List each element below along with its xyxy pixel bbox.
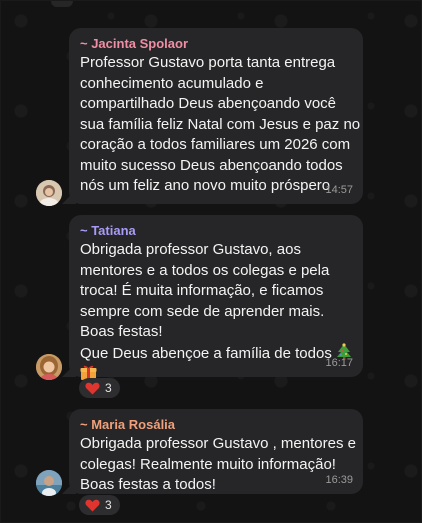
reaction-badge[interactable]: 3 xyxy=(79,378,120,398)
reaction-badge[interactable]: 3 xyxy=(79,495,120,515)
message-bubble[interactable]: ~ Jacinta Spolaor Professor Gustavo port… xyxy=(62,28,363,204)
sender-name[interactable]: ~ Maria Rosália xyxy=(80,417,175,432)
avatar[interactable] xyxy=(36,180,62,206)
message-bubble[interactable]: ~ Tatiana Obrigada professor Gustavo, ao… xyxy=(62,215,363,380)
reaction-count: 3 xyxy=(105,498,112,512)
message-bubble[interactable]: ~ Maria Rosália Obrigada professor Gusta… xyxy=(62,409,363,494)
avatar[interactable] xyxy=(36,470,62,496)
message-time: 14:57 xyxy=(325,184,353,196)
message-text: Obrigada professor Gustavo , mentores e … xyxy=(80,435,356,493)
reaction-count: 3 xyxy=(105,381,112,395)
heart-icon xyxy=(85,382,100,395)
message-time: 16:17 xyxy=(325,357,353,369)
heart-icon xyxy=(85,499,100,512)
sender-name[interactable]: ~ Jacinta Spolaor xyxy=(80,36,188,51)
chat-window: ~ Jacinta Spolaor Professor Gustavo port… xyxy=(0,0,422,523)
message-text: Professor Gustavo porta tanta entrega co… xyxy=(80,54,361,194)
scroll-chip[interactable] xyxy=(51,1,73,7)
message-text: Obrigada professor Gustavo, aos mentores… xyxy=(80,240,352,385)
sender-name[interactable]: ~ Tatiana xyxy=(80,223,136,238)
avatar[interactable] xyxy=(36,354,62,380)
message-time: 16:39 xyxy=(325,474,353,486)
